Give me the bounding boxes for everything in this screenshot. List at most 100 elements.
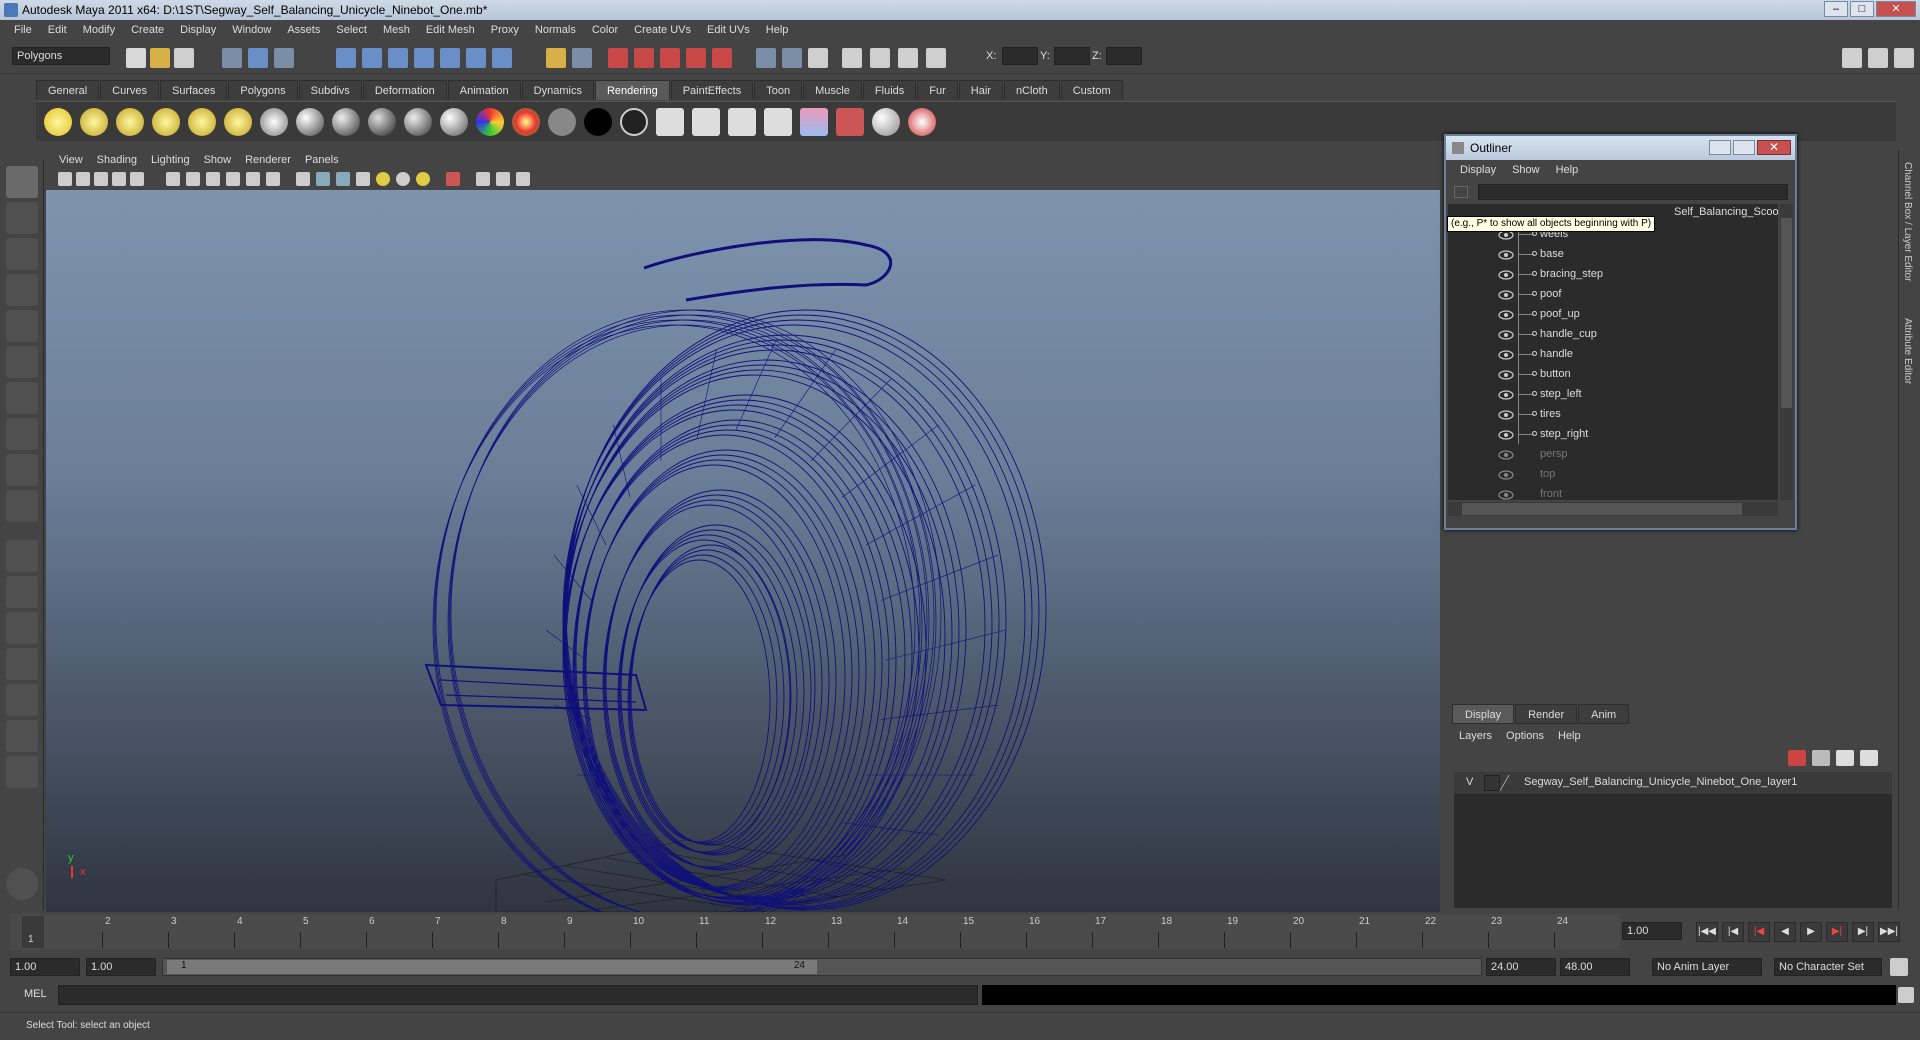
outliner-item[interactable]: bracing_step (1448, 264, 1778, 284)
outliner-menu-show[interactable]: Show (1504, 164, 1548, 176)
render-current-frame-icon[interactable] (656, 108, 684, 136)
visibility-eye-icon[interactable] (1498, 408, 1514, 420)
menu-edit[interactable]: Edit (40, 24, 75, 36)
outliner-menu-help[interactable]: Help (1548, 164, 1587, 176)
field-chart-icon[interactable] (226, 172, 240, 186)
gate-mask-icon[interactable] (206, 172, 220, 186)
persp-graph-layout-icon[interactable] (6, 648, 38, 680)
current-time-field[interactable]: 1.00 (1622, 922, 1682, 940)
shelf-tab-deformation[interactable]: Deformation (362, 80, 447, 100)
new-layer-empty-icon[interactable] (1788, 750, 1806, 766)
history-icon[interactable] (466, 48, 486, 68)
vp-menu-view[interactable]: View (52, 154, 90, 166)
outliner-root-item[interactable]: Self_Balancing_Scoo (1674, 206, 1778, 218)
visibility-eye-icon[interactable] (1498, 348, 1514, 360)
ambient-light-icon[interactable] (44, 108, 72, 136)
outliner-item[interactable]: poof_up (1448, 304, 1778, 324)
z-field[interactable] (1106, 47, 1142, 65)
menu-window[interactable]: Window (224, 24, 279, 36)
menu-edit-uvs[interactable]: Edit UVs (699, 24, 758, 36)
surface-shader-icon[interactable] (548, 108, 576, 136)
rotate-tool-icon[interactable] (6, 310, 38, 342)
menu-proxy[interactable]: Proxy (483, 24, 527, 36)
menu-modify[interactable]: Modify (75, 24, 123, 36)
go-to-end-icon[interactable]: ▶▶| (1878, 922, 1900, 942)
batch-render-icon[interactable] (764, 108, 792, 136)
wireframe-mode-icon[interactable] (296, 172, 310, 186)
visibility-eye-icon[interactable] (1498, 368, 1514, 380)
visibility-eye-icon[interactable] (1498, 468, 1514, 480)
camera-attr-icon[interactable] (76, 172, 90, 186)
input-ops-icon[interactable] (572, 48, 592, 68)
paint-brush-icon[interactable] (908, 108, 936, 136)
step-forward-frame-icon[interactable]: ▶| (1826, 922, 1848, 942)
point-light-icon[interactable] (116, 108, 144, 136)
go-to-start-icon[interactable]: |◀◀ (1696, 922, 1718, 942)
last-tool-icon[interactable] (6, 490, 38, 522)
film-gate-icon[interactable] (166, 172, 180, 186)
render-view-shelf-icon[interactable] (836, 108, 864, 136)
select-tool-icon[interactable] (6, 166, 38, 198)
vp-menu-shading[interactable]: Shading (90, 154, 144, 166)
outliner-item[interactable]: base (1448, 244, 1778, 264)
universal-manipulator-icon[interactable] (6, 382, 38, 414)
relative-mode-icon[interactable] (926, 48, 946, 68)
soft-mod-tool-icon[interactable] (6, 418, 38, 450)
auto-key-icon[interactable] (1890, 958, 1908, 976)
four-view-layout-icon[interactable] (6, 576, 38, 608)
outliner-vertical-scrollbar[interactable] (1780, 204, 1793, 500)
smooth-shade-icon[interactable] (316, 172, 330, 186)
image-plane-icon[interactable] (112, 172, 126, 186)
layered-shader-icon[interactable] (512, 108, 540, 136)
menu-edit-mesh[interactable]: Edit Mesh (418, 24, 483, 36)
xray-joints-icon[interactable] (496, 172, 510, 186)
range-slider-track[interactable]: 1 24 (162, 958, 1482, 976)
resolution-gate-icon[interactable] (186, 172, 200, 186)
menu-help[interactable]: Help (758, 24, 797, 36)
current-time-marker[interactable]: 1 (22, 916, 44, 948)
y-field[interactable] (1054, 47, 1090, 65)
filter-toggle-icon[interactable] (1454, 186, 1468, 198)
menu-mesh[interactable]: Mesh (375, 24, 418, 36)
blinn-shader-icon[interactable] (296, 108, 324, 136)
playback-start-field[interactable]: 1.00 (86, 958, 156, 976)
outliner-item[interactable]: step_right (1448, 424, 1778, 444)
new-scene-icon[interactable] (126, 48, 146, 68)
camera-select-icon[interactable] (58, 172, 72, 186)
outliner-item[interactable]: handle (1448, 344, 1778, 364)
shadows-icon[interactable] (416, 172, 430, 186)
menu-create-uvs[interactable]: Create UVs (626, 24, 699, 36)
bookmark-icon[interactable] (94, 172, 108, 186)
ipr-render-icon[interactable] (634, 48, 654, 68)
channel-box-side-tab[interactable]: Channel Box / Layer Editor (1902, 162, 1913, 282)
make-live-icon[interactable] (440, 48, 460, 68)
help-query-icon[interactable] (492, 48, 512, 68)
vp-menu-lighting[interactable]: Lighting (144, 154, 197, 166)
outliner-item[interactable]: tires (1448, 404, 1778, 424)
render-globals-icon[interactable] (728, 108, 756, 136)
menu-assets[interactable]: Assets (279, 24, 328, 36)
volume-light-icon[interactable] (224, 108, 252, 136)
outliner-item[interactable]: persp (1448, 444, 1778, 464)
shelf-tab-ncloth[interactable]: nCloth (1003, 80, 1060, 100)
default-light-icon[interactable] (376, 172, 390, 186)
start-time-field[interactable]: 1.00 (10, 958, 80, 976)
outliner-close-button[interactable]: ✕ (1757, 140, 1791, 155)
snap-point-icon[interactable] (388, 48, 408, 68)
visibility-eye-icon[interactable] (1498, 488, 1514, 500)
outliner-item[interactable]: top (1448, 464, 1778, 484)
safe-action-icon[interactable] (246, 172, 260, 186)
mel-command-input[interactable] (58, 985, 978, 1005)
render-view-icon[interactable] (712, 48, 732, 68)
outliner-search-input[interactable] (1478, 184, 1788, 200)
camera-icon[interactable] (782, 48, 802, 68)
persp-outliner-layout-icon[interactable] (6, 612, 38, 644)
select-component-icon[interactable] (274, 48, 294, 68)
show-tool-settings-icon[interactable] (1868, 48, 1888, 68)
menu-normals[interactable]: Normals (527, 24, 584, 36)
outliner-menu-display[interactable]: Display (1452, 164, 1504, 176)
shelf-tab-animation[interactable]: Animation (447, 80, 521, 100)
open-scene-icon[interactable] (150, 48, 170, 68)
play-backwards-icon[interactable]: ◀ (1774, 922, 1796, 942)
wireframe-on-shaded-icon[interactable] (336, 172, 350, 186)
